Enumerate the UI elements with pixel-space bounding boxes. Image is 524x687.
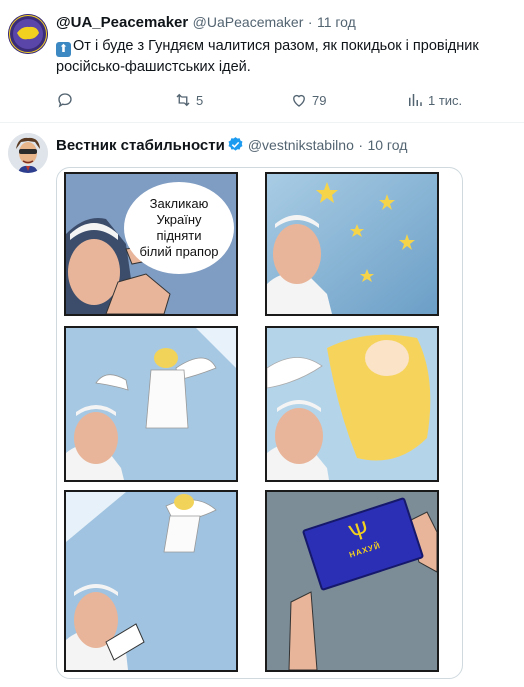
retweet-count: 5	[196, 92, 204, 108]
avatar-vestnik[interactable]	[8, 133, 48, 173]
speech-line-3: підняти	[156, 228, 202, 243]
reply-icon	[58, 93, 72, 108]
caricature-avatar-icon	[8, 133, 48, 173]
peacemaker-logo-icon	[8, 14, 48, 54]
angel-flying-away-illustration	[66, 492, 236, 670]
timestamp[interactable]: 11 год	[317, 14, 356, 30]
retweet-button[interactable]: 5	[174, 91, 203, 109]
reply-button[interactable]	[56, 91, 78, 109]
tweet-header: Вестник стабильности @vestnikstabilno · 1…	[56, 136, 407, 158]
views-button[interactable]: 1 тис.	[406, 91, 462, 109]
like-count: 79	[312, 92, 327, 108]
speech-line-1: Закликаю	[149, 196, 209, 211]
avatar-ua-peacemaker[interactable]	[8, 14, 48, 54]
angel-descending-illustration	[66, 328, 236, 480]
separator: ·	[358, 137, 363, 153]
up-arrow-icon: ⬆	[56, 42, 71, 57]
comic-panel-1: Закликаю Україну підняти білий прапор	[64, 172, 238, 316]
display-name[interactable]: Вестник стабильности	[56, 137, 225, 154]
user-handle[interactable]: @UaPeacemaker	[193, 14, 304, 30]
comic-panel-5	[64, 490, 238, 672]
tweet-header: @UA_Peacemaker @UaPeacemaker · 11 год	[56, 14, 356, 32]
heart-icon	[293, 94, 305, 107]
timestamp[interactable]: 10 год	[367, 137, 407, 153]
comic-image[interactable]: Закликаю Україну підняти білий прапор Ѱ …	[56, 167, 463, 679]
tweet-1[interactable]: @UA_Peacemaker @UaPeacemaker · 11 год ⬆ О…	[0, 0, 524, 123]
user-handle[interactable]: @vestnikstabilno	[248, 137, 354, 153]
comic-panel-4	[265, 326, 439, 482]
tweet-text: ⬆ От і буде з Гундяєм чалитися разом, як …	[56, 36, 496, 78]
tweet-text-content: От і буде з Гундяєм чалитися разом, як п…	[56, 38, 479, 75]
comic-panel-6: Ѱ НАХУЙ	[265, 490, 439, 672]
speech-line-2: Україну	[156, 212, 202, 227]
comic-panel-3	[64, 326, 238, 482]
display-name[interactable]: @UA_Peacemaker	[56, 14, 188, 31]
comic-panel-2	[265, 172, 439, 316]
tweet-2[interactable]: Вестник стабильности @vestnikstabilno · 1…	[0, 123, 524, 687]
starry-sky-illustration	[267, 174, 437, 314]
verified-badge-icon	[227, 136, 244, 158]
views-icon	[409, 94, 422, 106]
retweet-icon	[176, 93, 190, 107]
like-button[interactable]: 79	[290, 91, 326, 109]
separator: ·	[307, 14, 313, 30]
tweet-actions: 5 79 1 тис.	[56, 91, 496, 111]
speech-line-4: білий прапор	[139, 244, 219, 259]
large-angel-illustration	[267, 328, 437, 480]
speech-bubble: Закликаю Україну підняти білий прапор	[124, 182, 234, 274]
views-count: 1 тис.	[428, 92, 463, 108]
